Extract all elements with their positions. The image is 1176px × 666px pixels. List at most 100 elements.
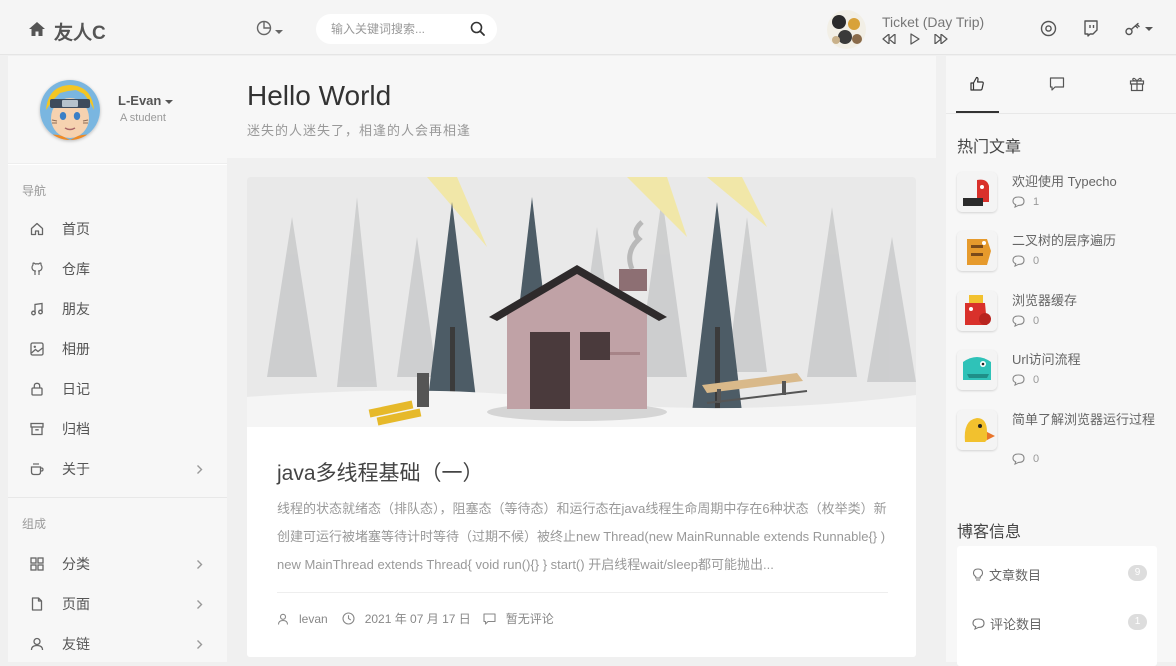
clock-icon xyxy=(342,612,355,625)
post-meta: levan 2021 年 07 月 17 日 暂无评论 xyxy=(277,610,554,627)
hot-post-title: 简单了解浏览器运行过程 xyxy=(1012,412,1156,427)
sidebar-divider xyxy=(8,497,227,498)
page-title: Hello World xyxy=(247,80,392,111)
post-divider xyxy=(277,592,888,593)
chevron-right-icon xyxy=(196,462,203,478)
group-list: 分类 页面 友链 xyxy=(8,544,227,664)
post-cover-image[interactable] xyxy=(247,177,916,427)
file-icon xyxy=(30,597,44,611)
sidebar-item-repo[interactable]: 仓库 xyxy=(8,249,227,289)
coffee-icon xyxy=(30,462,44,476)
music-icon xyxy=(30,302,44,316)
page-subtitle: 迷失的人迷失了，相逢的人会再相逢 xyxy=(247,123,472,138)
hot-post-item[interactable]: 简单了解浏览器运行过程 0 xyxy=(957,410,1172,480)
chevron-right-icon xyxy=(196,597,203,613)
hot-post-comments: 0 xyxy=(1012,453,1039,465)
hot-post-title: Url访问流程 xyxy=(1012,352,1081,367)
main-content: Hello World 迷失的人迷失了，相逢的人会再相逢 java多线程基础（一… xyxy=(227,56,936,662)
sidebar-item-pages[interactable]: 页面 xyxy=(8,584,227,624)
brand[interactable]: 友人C xyxy=(28,18,106,45)
twitch-icon[interactable] xyxy=(1083,20,1099,37)
chevron-right-icon xyxy=(196,637,203,653)
sidebar-item-home[interactable]: 首页 xyxy=(8,209,227,249)
grid-icon xyxy=(30,557,44,571)
search-input[interactable] xyxy=(331,22,466,36)
info-label: 文章数目 xyxy=(989,568,1042,583)
post-title[interactable]: java多线程基础（一） xyxy=(277,457,484,487)
sidebar-item-categories[interactable]: 分类 xyxy=(8,544,227,584)
post-author[interactable]: levan xyxy=(299,612,328,626)
sidebar-item-label: 日记 xyxy=(62,381,90,397)
sidebar-item-links[interactable]: 友链 xyxy=(8,624,227,664)
hot-post-title: 浏览器缓存 xyxy=(1012,293,1078,308)
hot-post-title: 欢迎使用 Typecho xyxy=(1012,174,1117,189)
sidebar-item-label: 首页 xyxy=(62,221,90,237)
right-sidebar: 热门文章 欢迎使用 Typecho 1 二叉树的层序遍历 0 浏览器缓存 0 U… xyxy=(946,56,1176,666)
sidebar-item-archive[interactable]: 归档 xyxy=(8,409,227,449)
info-row-posts: 文章数目 9 xyxy=(972,565,1147,584)
sidebar-item-friends[interactable]: 朋友 xyxy=(8,289,227,329)
tab-gift-icon[interactable] xyxy=(1129,76,1145,97)
player-controls xyxy=(882,33,948,45)
profile-card: L-Evan A student xyxy=(8,56,227,164)
brand-name: 友人C xyxy=(54,23,106,44)
search-box xyxy=(316,14,497,44)
bulb-icon xyxy=(972,568,984,581)
post-date: 2021 年 07 月 17 日 xyxy=(364,612,471,626)
comment-icon xyxy=(1012,315,1025,327)
hot-post-comments: 0 xyxy=(1012,374,1039,386)
album-cover[interactable] xyxy=(827,10,866,49)
hot-post-item[interactable]: Url访问流程 0 xyxy=(957,350,1172,405)
previous-track-icon[interactable] xyxy=(882,34,896,44)
post-excerpt: 线程的状态就绪态（排队态），阻塞态（等待态）和运行态在java线程生命周期中存在… xyxy=(277,501,887,572)
key-icon xyxy=(1125,22,1141,36)
info-label: 评论数目 xyxy=(990,617,1043,632)
aside-tabs xyxy=(946,56,1176,114)
sidebar-item-album[interactable]: 相册 xyxy=(8,329,227,369)
hot-post-comments: 1 xyxy=(1012,196,1039,208)
hot-post-thumbnail xyxy=(957,350,997,390)
image-icon xyxy=(30,342,44,356)
hot-post-thumbnail xyxy=(957,291,997,331)
track-title: Ticket (Day Trip) xyxy=(882,14,985,30)
top-right-actions xyxy=(1040,20,1153,37)
sidebar-item-label: 友链 xyxy=(62,636,90,652)
caret-down-icon xyxy=(165,93,174,108)
post-comments[interactable]: 暂无评论 xyxy=(506,610,554,627)
search-icon[interactable] xyxy=(470,21,485,41)
comment-icon xyxy=(1012,196,1025,208)
hot-post-thumbnail xyxy=(957,172,997,212)
avatar[interactable] xyxy=(40,80,100,140)
username: L-Evan xyxy=(118,93,162,108)
user-menu[interactable]: L-Evan xyxy=(118,93,174,108)
user-subtitle: A student xyxy=(120,112,166,124)
sidebar-item-diary[interactable]: 日记 xyxy=(8,369,227,409)
theme-menu-button[interactable] xyxy=(256,20,283,41)
hot-post-item[interactable]: 二叉树的层序遍历 0 xyxy=(957,231,1172,286)
target-icon[interactable] xyxy=(1040,20,1057,37)
info-row-comments: 评论数目 1 xyxy=(972,614,1147,633)
comment-icon xyxy=(1012,255,1025,267)
next-track-icon[interactable] xyxy=(934,34,948,44)
active-tab-indicator xyxy=(956,111,999,113)
page-header: Hello World 迷失的人迷失了，相逢的人会再相逢 xyxy=(227,56,936,158)
sidebar-item-label: 页面 xyxy=(62,596,90,612)
nav-section-label: 导航 xyxy=(22,184,47,198)
hot-post-item[interactable]: 浏览器缓存 0 xyxy=(957,291,1172,346)
group-section-label: 组成 xyxy=(22,517,47,531)
top-navbar: 友人C Ticket (Day Trip) xyxy=(0,0,1176,55)
play-icon[interactable] xyxy=(910,33,920,45)
home-icon xyxy=(30,222,44,236)
key-menu-button[interactable] xyxy=(1125,22,1153,36)
user-icon xyxy=(30,637,44,651)
sidebar-item-label: 分类 xyxy=(62,556,90,572)
hot-post-comments: 0 xyxy=(1012,315,1039,327)
user-icon xyxy=(277,613,289,625)
tab-comments-icon[interactable] xyxy=(1049,76,1065,97)
hot-post-item[interactable]: 欢迎使用 Typecho 1 xyxy=(957,172,1172,227)
sidebar-item-about[interactable]: 关于 xyxy=(8,449,227,489)
comment-icon xyxy=(1012,453,1025,465)
hot-post-comment-count: 1 xyxy=(1033,196,1040,208)
tab-hot-thumbs-up-icon[interactable] xyxy=(969,76,985,97)
hot-posts-heading: 热门文章 xyxy=(957,139,1022,156)
